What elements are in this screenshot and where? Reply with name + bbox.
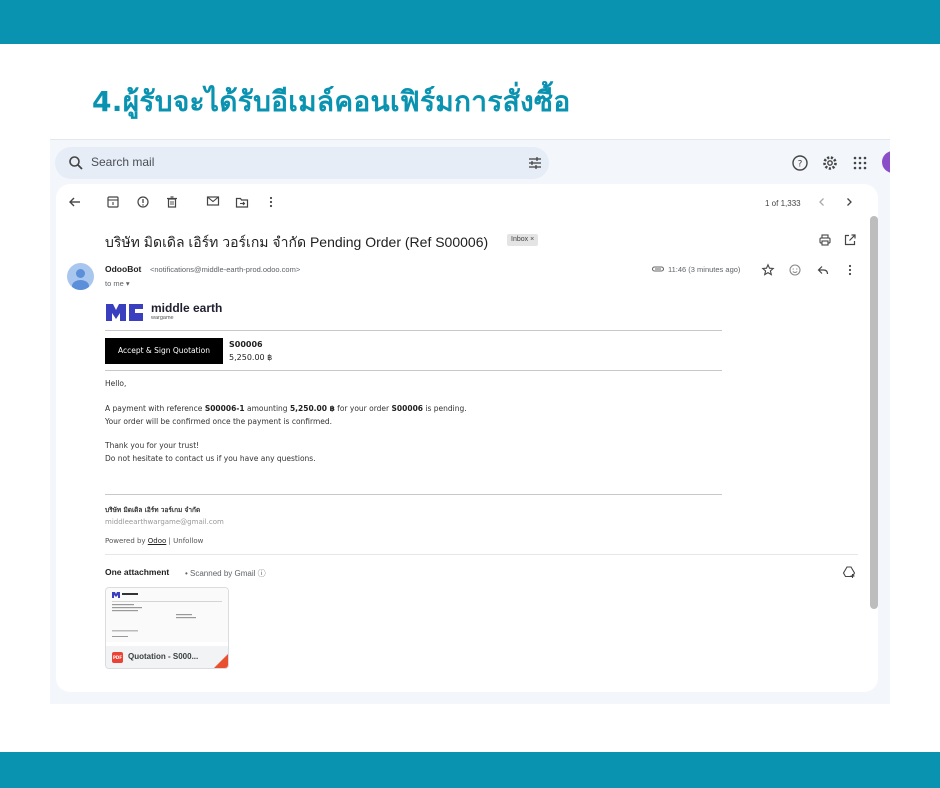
text-segment: A payment with reference: [105, 404, 205, 413]
archive-icon[interactable]: [106, 195, 120, 209]
payment-amount: 5,250.00 ฿: [289, 404, 335, 413]
attachment-separator: [105, 554, 858, 555]
newer-chevron-icon[interactable]: [815, 195, 829, 209]
company-logo: middle earth wargame: [105, 300, 245, 324]
text-segment: is pending.: [423, 404, 467, 413]
move-to-icon[interactable]: [235, 195, 249, 209]
pdf-icon: PDF: [112, 652, 123, 663]
order-amount: 5,250.00 ฿: [229, 353, 273, 362]
greeting: Hello,: [105, 379, 127, 388]
older-chevron-icon[interactable]: [842, 195, 856, 209]
account-avatar[interactable]: [882, 151, 890, 173]
contact-line: Do not hesitate to contact us if you hav…: [105, 454, 316, 463]
gmail-screenshot: Search mail ? 1 of 1,333 บริษัท มิดเดิล …: [50, 139, 890, 704]
recipient-details-toggle[interactable]: to me ▾: [105, 279, 130, 288]
attachment-filename: Quotation - S000...: [128, 652, 199, 661]
text-segment: for your order: [334, 404, 392, 413]
sender-email: <notifications@middle-earth-prod.odoo.co…: [150, 265, 301, 274]
payment-reference: S00006-1: [204, 404, 245, 413]
order-reference: S00006: [229, 340, 263, 349]
confirmation-line: Your order will be confirmed once the pa…: [105, 417, 333, 426]
add-to-drive-icon[interactable]: [842, 565, 856, 579]
pager-count: 1 of 1,333: [765, 199, 801, 208]
svg-text:?: ?: [798, 160, 803, 170]
email-timestamp: 11:46 (3 minutes ago): [668, 265, 741, 274]
mark-unread-icon[interactable]: [206, 194, 220, 208]
search-bar[interactable]: Search mail: [55, 147, 549, 179]
star-icon[interactable]: [761, 263, 775, 277]
message-more-icon[interactable]: [843, 263, 857, 277]
person-icon: [72, 269, 89, 290]
payment-order: S00006: [391, 404, 424, 413]
bottom-banner: [0, 752, 940, 788]
more-vertical-icon[interactable]: [264, 195, 278, 209]
attachment-corner-fold: [214, 654, 228, 668]
open-new-window-icon[interactable]: [843, 233, 857, 247]
powered-prefix: Powered by: [105, 537, 148, 545]
divider: [105, 330, 722, 331]
back-arrow-icon[interactable]: [68, 195, 82, 209]
settings-icon[interactable]: [820, 153, 840, 173]
signature-email[interactable]: middleearthwargame@gmail.com: [105, 518, 224, 526]
sender-name: OdooBot: [105, 264, 142, 274]
emoji-react-icon[interactable]: [788, 263, 802, 277]
pdf-thumbnail: [112, 592, 222, 637]
attachment-clip-icon: [651, 266, 665, 272]
search-options-icon[interactable]: [527, 155, 543, 171]
logo-wordmark: middle earth: [151, 301, 223, 315]
scanned-notice: • Scanned by Gmail ⓘ: [185, 569, 266, 578]
middle-earth-logo-mark: [106, 304, 143, 321]
reply-icon[interactable]: [816, 263, 830, 277]
accept-sign-quotation-button[interactable]: Accept & Sign Quotation: [105, 338, 223, 364]
attachment-card[interactable]: PDF Quotation - S000...: [105, 587, 229, 669]
apps-icon[interactable]: [850, 153, 870, 173]
report-spam-icon[interactable]: [136, 195, 150, 209]
thanks-line: Thank you for your trust!: [105, 441, 200, 450]
help-icon[interactable]: ?: [790, 153, 810, 173]
delete-icon[interactable]: [165, 195, 179, 209]
attachment-heading: One attachment: [105, 567, 170, 577]
divider: [105, 494, 722, 495]
scrollbar[interactable]: [870, 216, 878, 609]
signature-company: บริษัท มิดเดิล เอิร์ท วอร์เกม จำกัด: [105, 506, 201, 514]
divider: [105, 370, 722, 371]
attachment-preview: [106, 588, 228, 642]
top-banner: [0, 0, 940, 44]
search-icon: [69, 156, 83, 170]
print-icon[interactable]: [818, 233, 832, 247]
email-subject: บริษัท มิดเดิล เอิร์ท วอร์เกม จำกัด Pend…: [105, 234, 489, 250]
text-segment: amounting: [244, 404, 290, 413]
step-headline: 4.ผู้รับจะได้รับอีเมล์คอนเฟิร์มการสั่งซื…: [92, 85, 571, 118]
powered-by-line: Powered by Odoo | Unfollow: [105, 537, 203, 545]
payment-pending-line: A payment with reference S00006-1 amount…: [105, 404, 467, 413]
inbox-label-chip[interactable]: Inbox ×: [507, 234, 539, 246]
unfollow-link[interactable]: Unfollow: [173, 537, 203, 545]
odoo-link[interactable]: Odoo: [148, 537, 167, 545]
logo-subtitle: wargame: [151, 315, 174, 321]
sender-avatar: [67, 263, 94, 290]
email-card: 1 of 1,333 บริษัท มิดเดิล เอิร์ท วอร์เกม…: [56, 184, 878, 692]
search-input[interactable]: Search mail: [91, 155, 154, 169]
attachment-footer: PDF Quotation - S000...: [106, 646, 228, 668]
